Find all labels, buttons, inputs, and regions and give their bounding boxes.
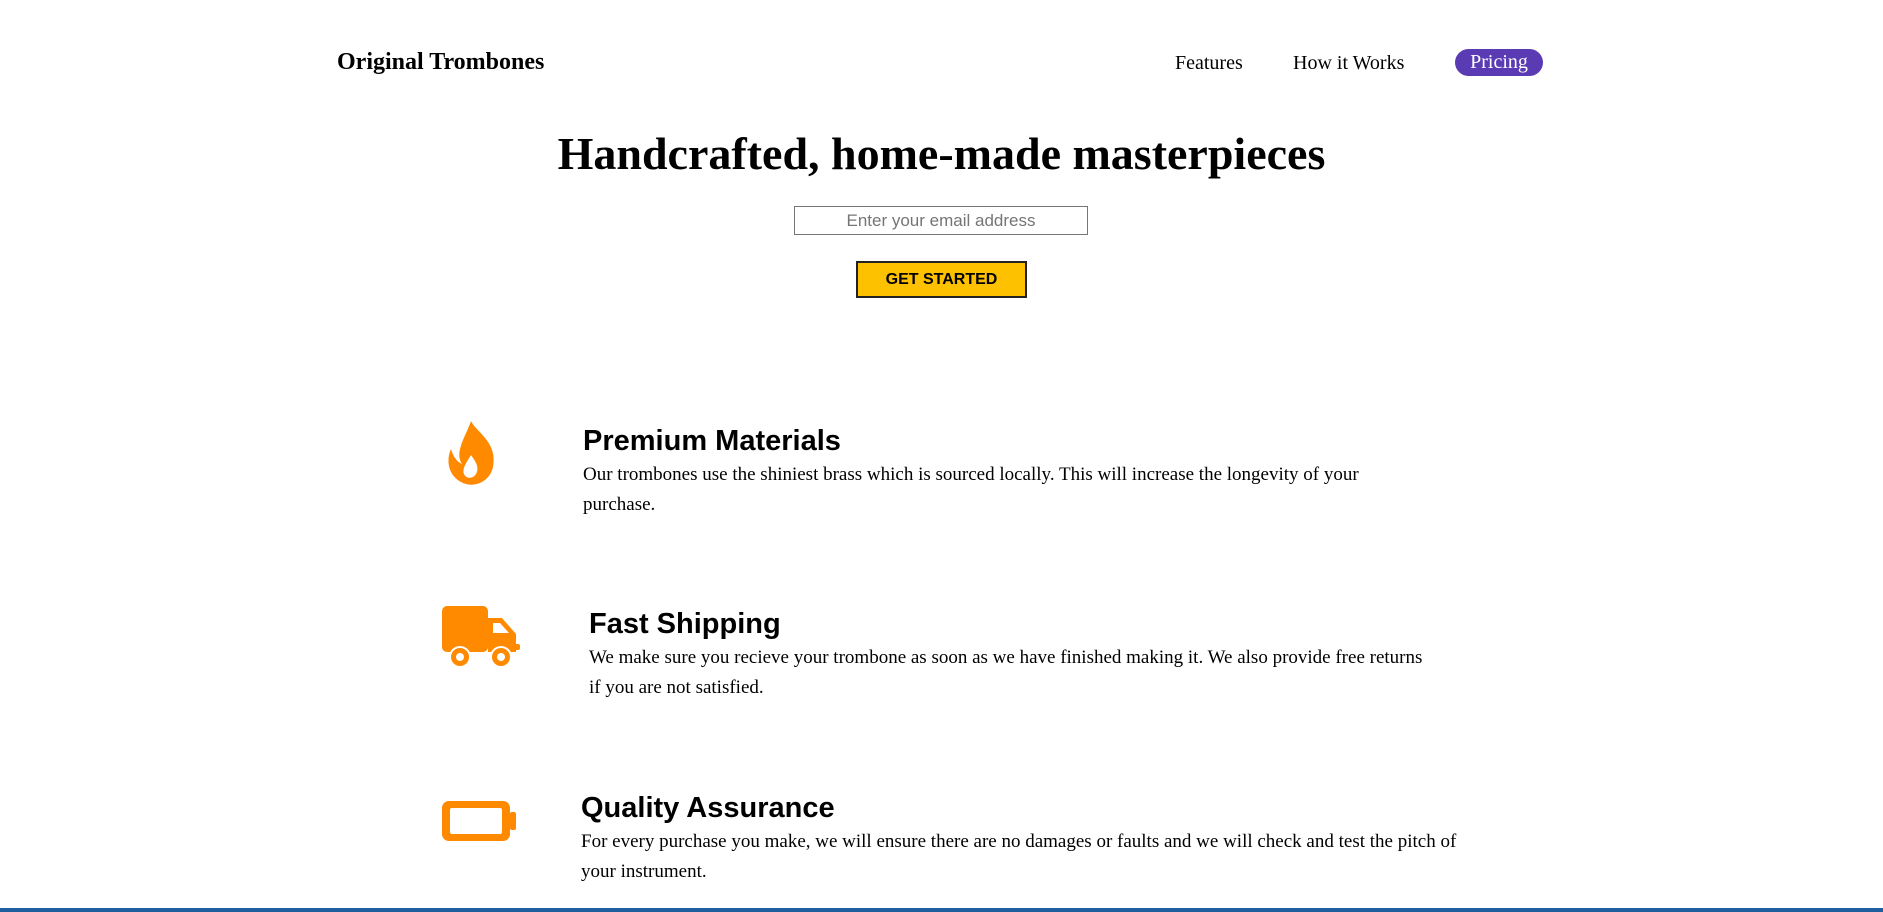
feature-description: We make sure you recieve your trombone a… — [589, 647, 1423, 698]
feature-description: Our trombones use the shiniest brass whi… — [583, 464, 1359, 515]
feature-description: For every purchase you make, we will ens… — [581, 831, 1457, 882]
email-input[interactable] — [794, 206, 1088, 235]
brand-logo: Original Trombones — [337, 49, 545, 75]
nav-link-pricing[interactable]: Pricing — [1455, 49, 1543, 76]
feature-title: Fast Shipping — [589, 608, 781, 640]
fire-icon — [440, 418, 524, 490]
nav-link-features[interactable]: Features — [1175, 49, 1243, 77]
feature-title: Quality Assurance — [581, 792, 835, 824]
battery-icon — [440, 795, 524, 867]
nav-link-how-it-works[interactable]: How it Works — [1293, 49, 1404, 77]
feature-title: Premium Materials — [583, 425, 841, 457]
get-started-button[interactable]: GET STARTED — [856, 261, 1027, 298]
hero-title: Handcrafted, home-made masterpieces — [557, 128, 1326, 179]
landing-page: Original Trombones Features How it Works… — [0, 0, 1883, 912]
truck-icon — [440, 602, 524, 674]
window-bottom-edge — [0, 908, 1883, 912]
